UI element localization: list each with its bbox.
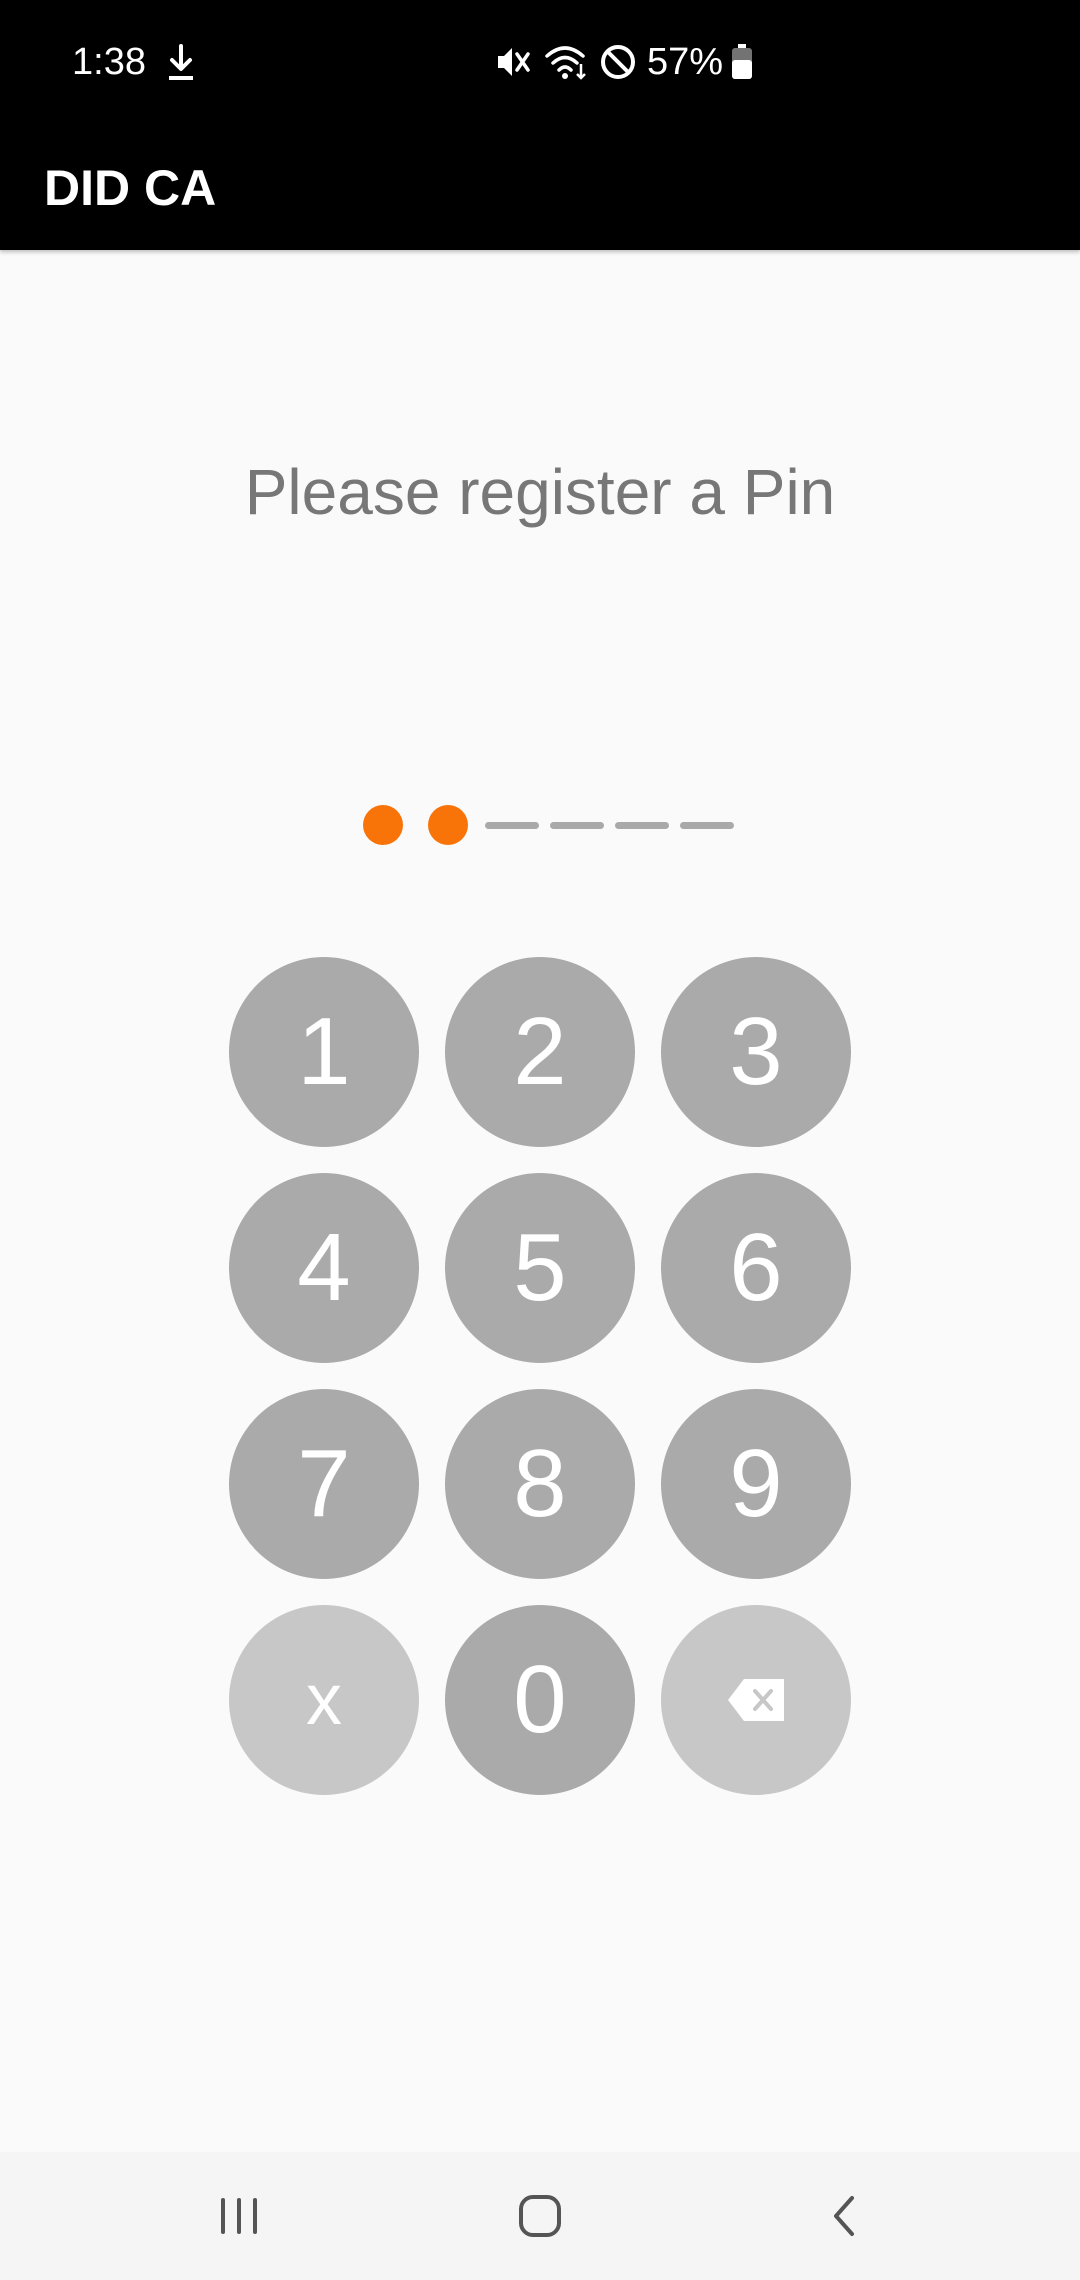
pin-slot-empty: [615, 805, 671, 845]
pin-slot-filled: [420, 805, 476, 845]
battery-icon: [732, 44, 753, 79]
key-label: 1: [297, 998, 351, 1105]
pin-dash: [550, 822, 604, 829]
pin-indicator: [355, 805, 735, 845]
backspace-icon: [728, 1679, 784, 1721]
pin-dash: [615, 822, 669, 829]
key-backspace[interactable]: [661, 1605, 851, 1795]
key-label: 5: [513, 1214, 567, 1321]
status-time: 1:38: [72, 41, 146, 83]
key-label: 9: [729, 1430, 783, 1537]
navigation-bar: [0, 2152, 1080, 2280]
key-0[interactable]: 0: [445, 1605, 635, 1795]
status-icons: 57%: [495, 36, 753, 88]
key-label: 0: [513, 1646, 567, 1753]
battery-percent: 57%: [647, 41, 724, 83]
key-label: 4: [297, 1214, 351, 1321]
pin-prompt: Please register a Pin: [244, 456, 836, 528]
key-label: 2: [513, 998, 567, 1105]
key-5[interactable]: 5: [445, 1173, 635, 1363]
recent-apps-icon: [221, 2198, 257, 2234]
pin-slot-filled: [355, 805, 411, 845]
pin-dot: [363, 805, 403, 845]
key-4[interactable]: 4: [229, 1173, 419, 1363]
app-bar: DID CA: [0, 126, 1080, 250]
key-cancel[interactable]: x: [229, 1605, 419, 1795]
key-label: 3: [729, 998, 783, 1105]
pin-slot-empty: [550, 805, 606, 845]
key-1[interactable]: 1: [229, 957, 419, 1147]
key-label: 7: [297, 1430, 351, 1537]
keypad: 1 2 3 4 5 6 7 8 9 x 0: [229, 957, 851, 1795]
back-button[interactable]: [795, 2176, 891, 2256]
pin-slot-empty: [680, 805, 736, 845]
key-6[interactable]: 6: [661, 1173, 851, 1363]
download-icon: [169, 44, 193, 80]
key-7[interactable]: 7: [229, 1389, 419, 1579]
pin-slot-empty: [485, 805, 541, 845]
key-label: 6: [729, 1214, 783, 1321]
recent-apps-button[interactable]: [191, 2176, 287, 2256]
pin-dot: [428, 805, 468, 845]
back-icon: [834, 2196, 854, 2236]
home-button[interactable]: [492, 2176, 588, 2256]
app-title: DID CA: [44, 160, 217, 216]
key-label: 8: [513, 1430, 567, 1537]
key-8[interactable]: 8: [445, 1389, 635, 1579]
key-3[interactable]: 3: [661, 957, 851, 1147]
key-9[interactable]: 9: [661, 1389, 851, 1579]
pin-dash: [485, 822, 539, 829]
pin-dash: [680, 822, 734, 829]
key-label: x: [306, 1660, 342, 1740]
key-2[interactable]: 2: [445, 957, 635, 1147]
do-not-disturb-icon: [601, 45, 635, 79]
status-bar: 1:38 57%: [0, 0, 1080, 126]
home-icon: [519, 2195, 561, 2237]
wifi-icon: [545, 46, 586, 80]
mute-icon: [498, 48, 530, 76]
